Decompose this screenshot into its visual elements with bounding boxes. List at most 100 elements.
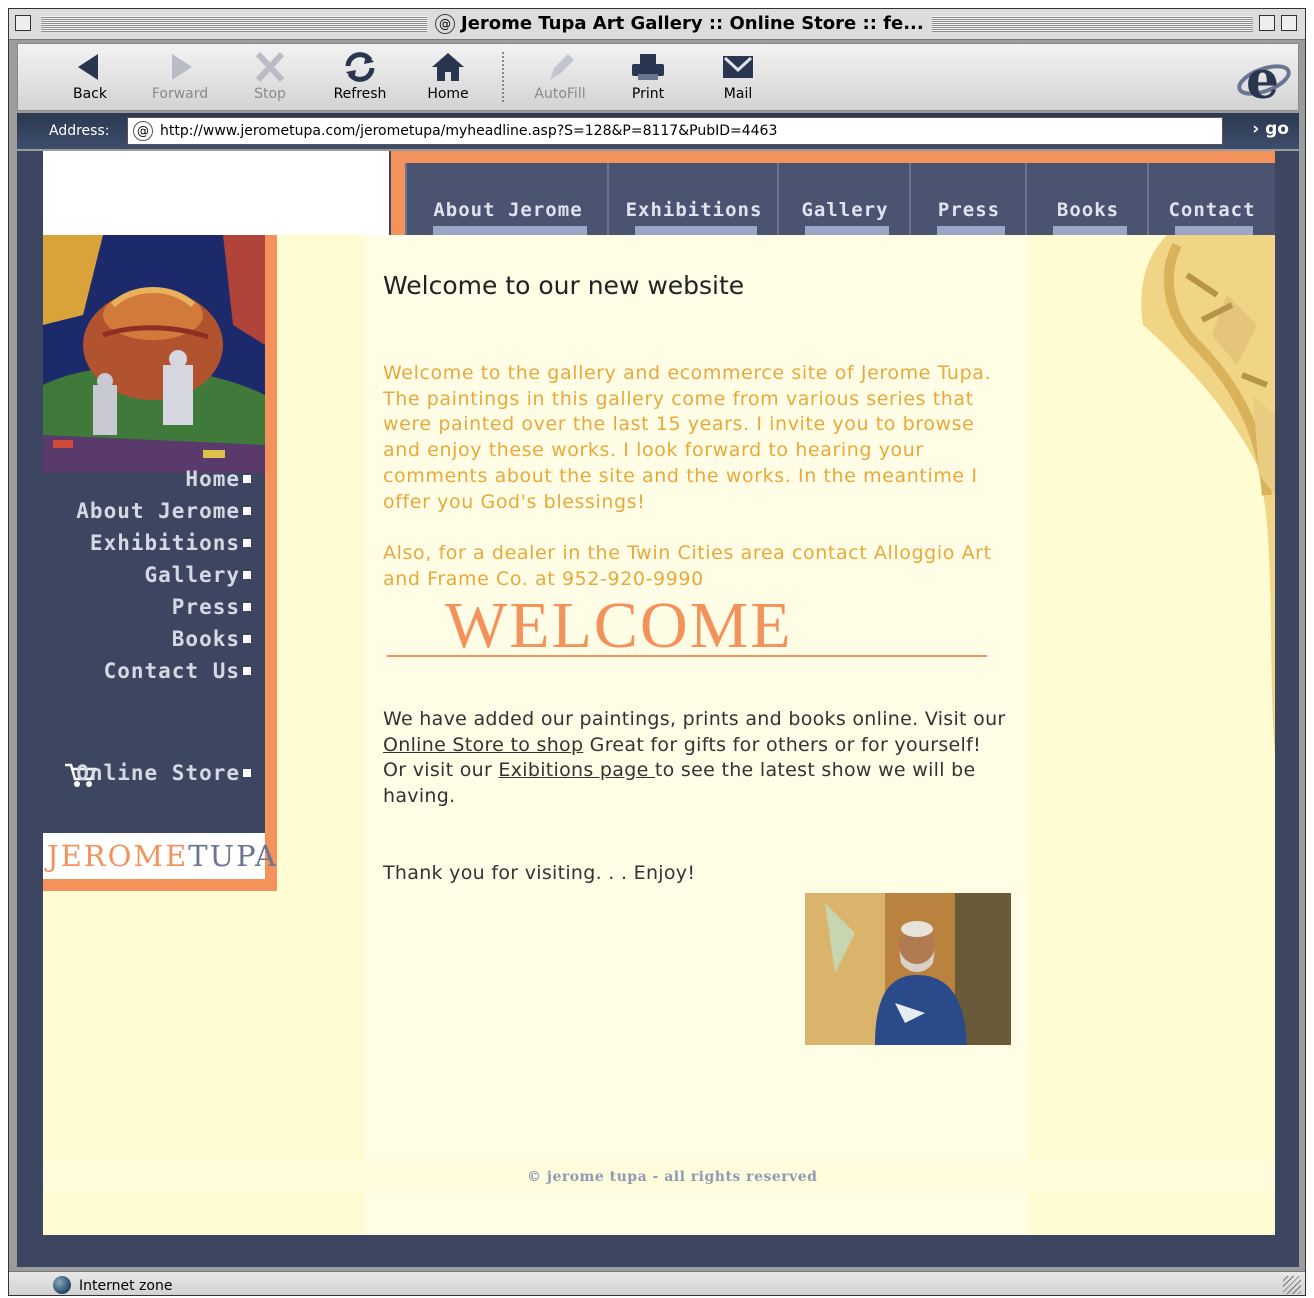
sidebar-item-press[interactable]: Press xyxy=(172,595,251,619)
square-bullet-icon xyxy=(243,475,251,483)
tab-exhibitions[interactable]: Exhibitions xyxy=(607,163,779,235)
square-bullet-icon xyxy=(243,507,251,515)
collapse-box[interactable] xyxy=(1281,15,1297,31)
address-bar: Address: @ http://www.jerometupa.com/jer… xyxy=(17,113,1299,149)
intro-paragraph: Welcome to the gallery and ecommerce sit… xyxy=(383,362,992,513)
home-label: Home xyxy=(427,86,469,102)
address-label: Address: xyxy=(49,123,110,139)
stop-button[interactable]: Stop xyxy=(230,50,310,102)
autofill-label: AutoFill xyxy=(534,86,586,102)
go-button[interactable]: › go xyxy=(1252,119,1289,139)
autofill-button[interactable]: AutoFill xyxy=(520,50,600,102)
tab-label: Books xyxy=(1056,199,1120,221)
featured-painting[interactable] xyxy=(43,235,265,473)
sidebar-item-label: About Jerome xyxy=(76,499,240,523)
address-url[interactable]: http://www.jerometupa.com/jerometupa/myh… xyxy=(160,123,777,139)
browser-toolbar: Back Forward Stop Refresh Home AutoFill … xyxy=(17,43,1299,111)
sidebar-item-books[interactable]: Books xyxy=(172,627,251,651)
print-label: Print xyxy=(631,86,665,102)
tab-underline xyxy=(937,226,1005,235)
store-text-2: Great for gifts for others or for yourse… xyxy=(583,733,982,756)
zoom-box[interactable] xyxy=(1259,15,1275,31)
tab-about-jerome[interactable]: About Jerome xyxy=(405,163,609,235)
sidebar-item-label: Contact Us xyxy=(103,659,240,683)
back-label: Back xyxy=(73,86,107,102)
tab-contact[interactable]: Contact xyxy=(1147,163,1275,235)
logo-text: JEROMETUPA xyxy=(47,839,278,873)
stop-x-icon xyxy=(255,51,285,83)
page-content: About Jerome Exhibitions Gallery Press B… xyxy=(17,151,1299,1267)
page-heading: Welcome to our new website xyxy=(383,271,745,300)
tab-label: Exhibitions xyxy=(625,199,763,221)
mail-label: Mail xyxy=(723,86,753,102)
tab-underline xyxy=(635,226,757,235)
refresh-icon xyxy=(345,52,375,82)
mail-button[interactable]: Mail xyxy=(698,50,778,102)
welcome-banner: WELCOME xyxy=(445,589,793,662)
ie-logo-icon: e xyxy=(1237,50,1291,106)
tab-underline xyxy=(433,226,587,235)
address-field[interactable]: @ http://www.jerometupa.com/jerometupa/m… xyxy=(127,117,1223,145)
jerome-tupa-logo: JEROMETUPA xyxy=(43,833,276,879)
window-title: @ Jerome Tupa Art Gallery :: Online Store… xyxy=(427,12,932,36)
mail-envelope-icon xyxy=(723,56,753,78)
forward-label: Forward xyxy=(151,86,209,102)
tab-label: About Jerome xyxy=(433,199,583,221)
square-bullet-icon xyxy=(243,539,251,547)
globe-icon xyxy=(53,1276,71,1294)
tab-underline xyxy=(1175,226,1253,235)
window-title-text: Jerome Tupa Art Gallery :: Online Store … xyxy=(461,13,924,34)
exhibitions-text: Or visit our xyxy=(383,759,499,782)
online-store-link[interactable]: Online Store to shop xyxy=(383,734,583,756)
sidebar-item-exhibitions[interactable]: Exhibitions xyxy=(90,531,251,555)
tab-label: Press xyxy=(937,199,1001,221)
svg-text:e: e xyxy=(1246,50,1279,106)
square-bullet-icon xyxy=(243,769,251,777)
title-bar: @ Jerome Tupa Art Gallery :: Online Store… xyxy=(9,9,1305,40)
exhibitions-page-link[interactable]: Exibitions page xyxy=(498,759,655,781)
copyright-text: © jerome tupa - all rights reserved xyxy=(527,1169,818,1185)
tab-label: Contact xyxy=(1168,199,1256,221)
square-bullet-icon xyxy=(243,667,251,675)
back-arrow-icon xyxy=(78,54,98,80)
artist-photo xyxy=(805,893,1011,1045)
logo-first: JEROME xyxy=(47,839,189,873)
sidebar-item-label: Press xyxy=(171,595,240,619)
refresh-button[interactable]: Refresh xyxy=(320,50,400,102)
dealer-paragraph: Also, for a dealer in the Twin Cities ar… xyxy=(383,542,992,590)
welcome-underline xyxy=(387,655,987,657)
tab-press[interactable]: Press xyxy=(909,163,1027,235)
printer-icon xyxy=(632,54,664,80)
at-icon: @ xyxy=(435,14,455,34)
sidebar-item-online-store[interactable]: Online Store xyxy=(76,761,251,785)
at-icon: @ xyxy=(133,121,153,141)
tab-gallery[interactable]: Gallery xyxy=(777,163,911,235)
browser-window: @ Jerome Tupa Art Gallery :: Online Store… xyxy=(8,8,1306,1296)
back-button[interactable]: Back xyxy=(50,50,130,102)
square-bullet-icon xyxy=(243,635,251,643)
autofill-icon xyxy=(550,54,574,80)
sidebar-item-contact-us[interactable]: Contact Us xyxy=(104,659,251,683)
square-bullet-icon xyxy=(243,603,251,611)
home-button[interactable]: Home xyxy=(408,50,488,102)
tab-books[interactable]: Books xyxy=(1025,163,1149,235)
go-label: go xyxy=(1265,119,1289,139)
resize-grip-icon[interactable] xyxy=(1283,1276,1301,1294)
sidebar-item-label: Books xyxy=(171,627,240,651)
store-paragraph: We have added our paintings, prints and … xyxy=(383,707,1019,810)
sidebar-item-home[interactable]: Home xyxy=(185,467,251,491)
tab-underline xyxy=(805,226,889,235)
sidebar-item-gallery[interactable]: Gallery xyxy=(144,563,251,587)
toolbar-separator xyxy=(502,52,506,102)
square-bullet-icon xyxy=(243,571,251,579)
logo-last: TUPA xyxy=(188,839,278,873)
refresh-label: Refresh xyxy=(333,86,387,102)
header-white-area xyxy=(43,151,389,235)
close-box[interactable] xyxy=(15,15,31,31)
sidebar-item-about-jerome[interactable]: About Jerome xyxy=(76,499,251,523)
decorative-painting-right xyxy=(1141,235,1275,755)
stop-label: Stop xyxy=(254,86,286,102)
print-button[interactable]: Print xyxy=(608,50,688,102)
forward-button[interactable]: Forward xyxy=(140,50,220,102)
store-text: We have added our paintings, prints and … xyxy=(383,708,1006,730)
